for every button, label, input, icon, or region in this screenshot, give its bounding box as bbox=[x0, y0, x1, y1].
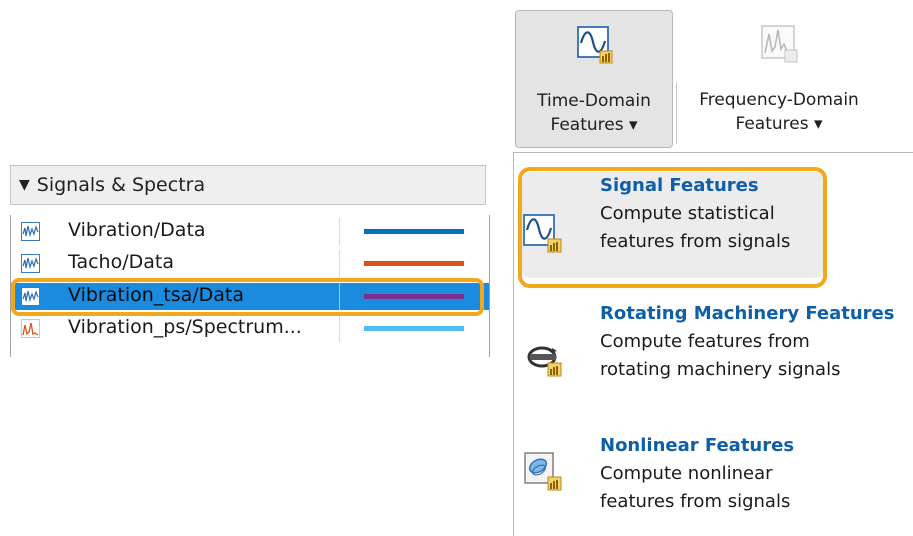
frequency-domain-features-button[interactable]: Frequency-Domain Features ▾ bbox=[679, 10, 879, 148]
signal-color-line bbox=[364, 229, 464, 234]
signal-color-line bbox=[364, 261, 464, 266]
signal-row-tacho[interactable]: Tacho/Data bbox=[11, 250, 489, 277]
column-divider bbox=[339, 250, 340, 277]
signal-features-highlight-callout bbox=[518, 167, 827, 288]
feature-toolstrip: Time-Domain Features ▾ Frequency-Domain … bbox=[513, 0, 913, 152]
signal-name: Tacho/Data bbox=[68, 251, 174, 273]
time-domain-label-line2: Features ▾ bbox=[550, 115, 638, 135]
column-divider bbox=[339, 218, 340, 245]
signal-name: Vibration_ps/Spectrum... bbox=[68, 316, 302, 338]
menu-item-nonlinear-features[interactable]: Nonlinear Features Compute nonlinear fea… bbox=[514, 435, 913, 535]
nonlinear-features-desc-line2: features from signals bbox=[600, 491, 791, 512]
rotating-machinery-desc-line1: Compute features from bbox=[600, 331, 810, 352]
signals-spectra-panel: ▼ Signals & Spectra Vibration/Data Tacho… bbox=[10, 165, 490, 357]
frequency-domain-spectrum-icon bbox=[761, 25, 798, 63]
signals-spectra-header[interactable]: ▼ Signals & Spectra bbox=[10, 165, 486, 205]
toolstrip-divider bbox=[676, 82, 677, 144]
frequency-domain-label-line1: Frequency-Domain bbox=[699, 90, 859, 110]
nonlinear-features-desc-line1: Compute nonlinear bbox=[600, 463, 773, 484]
signal-icon bbox=[21, 254, 40, 273]
nonlinear-features-icon bbox=[524, 452, 562, 491]
frequency-domain-label-line2: Features ▾ bbox=[735, 114, 823, 134]
selection-highlight-callout bbox=[11, 278, 484, 316]
signal-name: Vibration/Data bbox=[68, 219, 206, 241]
spectrum-icon bbox=[21, 319, 40, 338]
signal-row-vibration-ps[interactable]: Vibration_ps/Spectrum... bbox=[11, 315, 489, 342]
time-domain-signal-icon bbox=[577, 26, 613, 64]
signal-icon bbox=[21, 222, 40, 241]
menu-item-rotating-machinery-features[interactable]: Rotating Machinery Features Compute feat… bbox=[514, 303, 913, 403]
time-domain-features-button[interactable]: Time-Domain Features ▾ bbox=[515, 10, 673, 148]
rotating-machinery-icon bbox=[527, 346, 562, 377]
signal-color-line bbox=[364, 326, 464, 331]
time-domain-label-line1: Time-Domain bbox=[537, 91, 651, 111]
nonlinear-features-title: Nonlinear Features bbox=[600, 435, 795, 456]
rotating-machinery-title: Rotating Machinery Features bbox=[600, 303, 895, 324]
signals-spectra-title: Signals & Spectra bbox=[36, 174, 206, 196]
rotating-machinery-desc-line2: rotating machinery signals bbox=[600, 359, 841, 380]
collapse-triangle-icon[interactable]: ▼ bbox=[19, 177, 30, 193]
column-divider bbox=[339, 315, 340, 342]
signal-row-vibration[interactable]: Vibration/Data bbox=[11, 218, 489, 245]
